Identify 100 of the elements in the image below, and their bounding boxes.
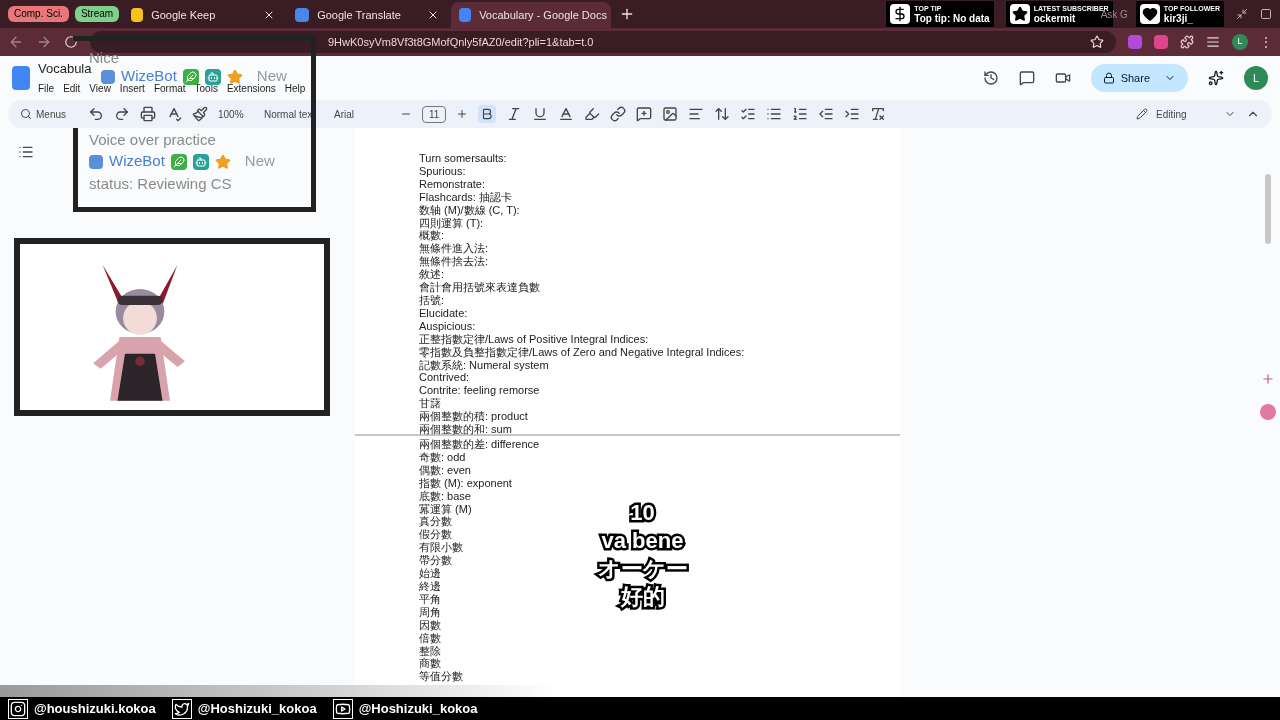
- image-icon[interactable]: [662, 106, 679, 122]
- document-line: 商數: [419, 657, 441, 671]
- document-line: Contrite: feeling remorse: [419, 384, 540, 398]
- alert-value: Top tip: No data: [914, 13, 990, 24]
- text-color-icon[interactable]: [558, 106, 575, 122]
- feather-badge-icon: [170, 153, 187, 170]
- print-icon[interactable]: [140, 106, 156, 122]
- menu-item[interactable]: File: [38, 80, 55, 96]
- menu-search-field[interactable]: Menus: [20, 106, 78, 122]
- chat-message: Voice over practice: [89, 131, 216, 148]
- address-bar[interactable]: 9HwK0syVm8Vf3t8GMofQnly5fAZ0/edit?pli=1&tab=t.0: [90, 31, 1116, 53]
- menu-item[interactable]: Edit: [63, 80, 81, 96]
- document-line: 倍數: [419, 631, 441, 645]
- zoom-dropdown[interactable]: 100%: [218, 106, 254, 122]
- numbered-list-icon[interactable]: [792, 106, 809, 122]
- document-line: 始邊: [419, 567, 441, 580]
- document-line: 括號:: [419, 293, 445, 307]
- video-icon[interactable]: [1054, 70, 1071, 86]
- extensions-icon[interactable]: [1180, 35, 1194, 49]
- document-line: 等值分數: [419, 670, 463, 684]
- menu-icon[interactable]: ⋮: [1260, 33, 1272, 51]
- profile-avatar[interactable]: L: [1232, 34, 1248, 50]
- chat-message: New: [244, 151, 275, 172]
- tab-title: Google Keep: [151, 7, 217, 23]
- document-line: 四則運算 (T):: [419, 216, 484, 230]
- browser-tab[interactable]: Vocabulary - Google Docs: [451, 2, 612, 28]
- document-line: 底數: base: [419, 489, 471, 503]
- indent-icon[interactable]: [844, 106, 861, 122]
- menu-item[interactable]: Tools: [194, 80, 218, 96]
- social-handle: @houshizuki.kokoa: [34, 699, 156, 718]
- document-line: Flashcards: 抽認卡: [419, 190, 512, 204]
- outdent-icon[interactable]: [818, 106, 835, 122]
- spellcheck-icon[interactable]: [166, 106, 182, 122]
- reload-icon[interactable]: [64, 35, 78, 49]
- line-spacing-icon[interactable]: [714, 106, 731, 122]
- document-line: 正整指數定律/Laws of Positive Integral Indices:: [419, 332, 649, 346]
- outline-icon[interactable]: [18, 144, 34, 160]
- document-line: Remonstrate:: [419, 177, 486, 191]
- document-line: 無條件進入法:: [419, 242, 489, 256]
- document-line: 終邊: [419, 579, 441, 593]
- document-line: 偶數: even: [419, 463, 471, 477]
- play-icon: [332, 698, 353, 719]
- browser-tab[interactable]: Google Keep: [123, 2, 284, 28]
- document-line: 兩個整數的積: product: [419, 410, 528, 424]
- bullet-list-icon[interactable]: [766, 106, 783, 122]
- editing-mode-dropdown[interactable]: Editing: [1136, 106, 1236, 122]
- highlighter-icon[interactable]: [584, 106, 601, 122]
- share-button[interactable]: Share: [1090, 64, 1188, 92]
- instagram-icon: [8, 698, 28, 719]
- bold-button[interactable]: [478, 105, 497, 123]
- history-icon[interactable]: [982, 70, 999, 86]
- add-comment-icon[interactable]: [636, 106, 653, 122]
- bookmark-icon[interactable]: [1090, 35, 1104, 49]
- menu-item[interactable]: Format: [153, 80, 186, 96]
- menu-item[interactable]: Help: [284, 80, 306, 96]
- maximize-icon[interactable]: [1260, 8, 1272, 20]
- menu-item[interactable]: Insert: [119, 80, 145, 96]
- document-line: 因數: [419, 618, 441, 632]
- document-line: 會計會用括號來表達負數: [419, 281, 540, 294]
- restore-icon[interactable]: [1236, 8, 1248, 20]
- undo-icon[interactable]: [88, 106, 104, 122]
- checklist-icon[interactable]: [740, 106, 757, 122]
- font-size-field[interactable]: 11: [422, 105, 447, 123]
- search-icon: [20, 108, 32, 120]
- document-line: Elucidate:: [419, 306, 468, 320]
- sparkle-icon[interactable]: [1208, 70, 1224, 86]
- document-line: 甘藷: [419, 397, 441, 411]
- star-badge-icon: [214, 153, 231, 170]
- document-line: 指數 (M): exponent: [419, 476, 512, 490]
- comment-icon[interactable]: [1018, 70, 1035, 86]
- paint-format-icon[interactable]: [192, 106, 208, 122]
- document-line: 平角: [419, 592, 441, 606]
- document-line: Turn somersaults:: [419, 152, 507, 165]
- search-label: Menus: [36, 107, 66, 122]
- underline-icon[interactable]: [532, 106, 549, 122]
- chat-message: status: Reviewing CS: [89, 175, 232, 192]
- document-line: Auspicious:: [419, 319, 476, 333]
- document-line: 整除: [419, 644, 441, 658]
- mode-label: Editing: [1156, 107, 1187, 122]
- browser-tab[interactable]: Google Translate: [287, 2, 448, 28]
- document-line: 假分數: [419, 528, 452, 542]
- document-line: 兩個整數的和: sum: [419, 423, 512, 436]
- menu-item[interactable]: Extensions: [226, 80, 276, 96]
- tab-group-label[interactable]: Comp. Sci.: [8, 6, 69, 22]
- font-dropdown[interactable]: Arial: [334, 106, 390, 122]
- clear-format-icon[interactable]: [870, 106, 887, 122]
- link-icon[interactable]: [610, 106, 627, 122]
- document-line: 敘述:: [419, 268, 445, 281]
- bird-icon: [171, 698, 192, 719]
- redo-icon[interactable]: [114, 106, 130, 122]
- align-left-icon[interactable]: [688, 106, 705, 122]
- scrollbar-thumb[interactable]: [1265, 174, 1271, 244]
- document-line: 周角: [419, 605, 441, 619]
- money-bag-icon: [890, 4, 911, 24]
- side-panel-icon[interactable]: [1206, 35, 1220, 49]
- document-line: 兩個整數的差: difference: [419, 438, 540, 451]
- account-avatar[interactable]: L: [1244, 66, 1268, 90]
- tab-group-label[interactable]: Stream: [74, 6, 120, 22]
- increase-icon[interactable]: [456, 108, 469, 120]
- menu-item[interactable]: View: [89, 80, 111, 96]
